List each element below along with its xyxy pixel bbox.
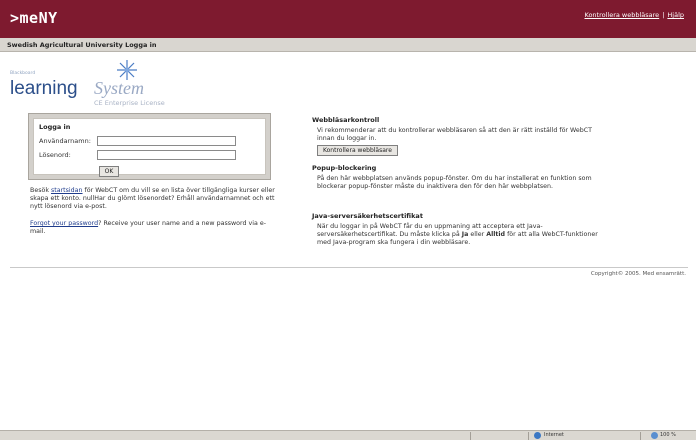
browser-check-section: Webbläsarkontroll Vi rekommenderar att d…	[312, 116, 612, 156]
popup-title: Popup-blockering	[312, 164, 377, 172]
popup-section: Popup-blockering På den här webbplatsen …	[312, 164, 612, 191]
popup-text: På den här webbplatsen används popup-fön…	[317, 175, 592, 190]
check-browser-button[interactable]: Kontrollera webbläsare	[317, 145, 398, 156]
header-link-separator: |	[662, 11, 665, 19]
ok-button[interactable]: OK	[99, 166, 119, 177]
learning-system-logo: Blackboard learning System CE Enterprise…	[10, 58, 200, 108]
info-text-start: Besök	[30, 187, 51, 194]
status-divider	[528, 432, 529, 440]
help-link[interactable]: Hjälp	[667, 11, 684, 19]
app-logo: >meNY	[10, 9, 58, 27]
login-title: Logga in	[39, 123, 71, 131]
zoom-level[interactable]: 100 %	[660, 432, 676, 438]
password-label: Lösenord:	[39, 151, 71, 159]
username-input[interactable]	[97, 136, 236, 146]
security-zone-text: Internet	[544, 432, 564, 438]
brand-learning-text: learning	[10, 78, 78, 99]
browser-check-text: Vi rekommenderar att du kontrollerar web…	[317, 127, 592, 142]
forgot-password-link[interactable]: Forgot your password	[30, 220, 98, 227]
star-burst-icon	[117, 60, 137, 80]
login-panel-inner: Logga in Användarnamn: Lösenord: OK	[33, 118, 266, 177]
status-divider	[640, 432, 641, 440]
browser-status-bar: Internet 100 %	[0, 430, 696, 440]
footer-divider	[10, 267, 688, 268]
java-bold-always: Alltid	[486, 231, 506, 238]
copyright-text: Copyright© 2005. Med ensamrätt.	[590, 271, 686, 277]
java-cert-title: Java-serversäkerhetscertifikat	[312, 212, 423, 220]
password-input[interactable]	[97, 150, 236, 160]
zoom-icon	[651, 432, 658, 439]
info-paragraph-1: Besök startsidan för WebCT om du vill se…	[30, 187, 275, 211]
username-label: Användarnamn:	[39, 137, 91, 145]
startpage-link[interactable]: startsidan	[51, 187, 83, 194]
login-panel: Logga in Användarnamn: Lösenord: OK	[28, 113, 271, 180]
page-title: Swedish Agricultural University Logga in	[7, 41, 157, 49]
java-text-b: eller	[468, 231, 487, 238]
brand-license-text: CE Enterprise License	[94, 99, 165, 107]
browser-check-title: Webbläsarkontroll	[312, 116, 380, 124]
globe-icon	[534, 432, 541, 439]
top-header-bar: >meNY Kontrollera webbläsare | Hjälp	[0, 0, 696, 38]
page-title-bar: Swedish Agricultural University Logga in	[0, 38, 696, 52]
java-cert-text: När du loggar in på WebCT får du en uppm…	[312, 223, 602, 247]
browser-check-link[interactable]: Kontrollera webbläsare	[585, 11, 660, 19]
status-divider	[470, 432, 471, 440]
brand-small-text: Blackboard	[10, 71, 36, 76]
info-paragraph-2: Forgot your password? Receive your user …	[30, 220, 275, 236]
header-links: Kontrollera webbläsare | Hjälp	[585, 11, 685, 19]
java-cert-section: Java-serversäkerhetscertifikat När du lo…	[312, 212, 612, 247]
